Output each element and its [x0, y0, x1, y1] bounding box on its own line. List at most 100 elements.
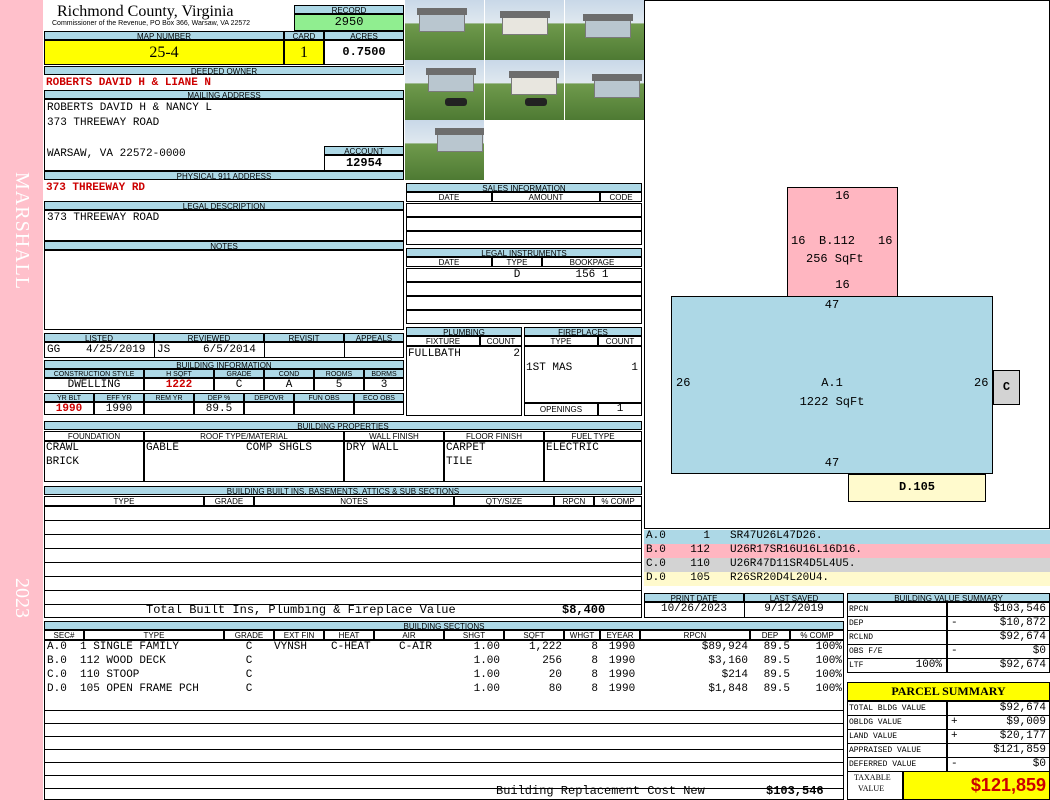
builtins-row: [44, 576, 642, 591]
account-value: 12954: [324, 155, 404, 171]
b-dim-left: 16: [791, 234, 806, 248]
bi-value-4: 5: [314, 378, 364, 391]
sections-rule: [44, 788, 844, 789]
openings-value: 1: [598, 403, 642, 416]
sections-header-2: GRADE: [224, 630, 274, 640]
mail-line-1: ROBERTS DAVID H & NANCY L: [47, 102, 213, 114]
bp-header-0: FOUNDATION: [44, 431, 144, 441]
sections-header-12: % COMP: [790, 630, 844, 640]
sections-cell: 1990: [608, 683, 636, 695]
sections-header-9: EYEAR: [600, 630, 640, 640]
sections-header-1: TYPE: [84, 630, 224, 640]
a-name: A.1: [821, 376, 843, 390]
sections-header-4: HEAT: [324, 630, 374, 640]
bi-header-1: H SQFT: [144, 369, 214, 378]
bp-value: DRY WALL: [346, 442, 399, 454]
openings-label: OPENINGS: [524, 403, 598, 416]
sections-cell: C-HEAT: [331, 641, 371, 653]
sections-cell: C: [245, 669, 253, 681]
legend-code: A.0: [646, 530, 666, 542]
property-photo[interactable]: [405, 60, 484, 120]
d-name: D.105: [898, 480, 935, 494]
b-dim-right: 16: [878, 234, 893, 248]
sidebar: [0, 0, 43, 800]
bi-header-5: BDRMS: [364, 369, 404, 378]
roof-shape: [417, 8, 467, 15]
bi-header-4: ROOMS: [314, 369, 364, 378]
sections-cell: 1.00: [473, 655, 500, 667]
bi-value-1: 1222: [144, 378, 214, 391]
house-shape: [502, 17, 548, 35]
fireplaces-title: FIREPLACES: [524, 327, 642, 336]
property-photo[interactable]: [405, 0, 484, 60]
property-photo[interactable]: [565, 60, 644, 120]
bi-header2-0: YR BLT: [44, 393, 94, 402]
property-photo[interactable]: [405, 120, 484, 180]
sections-cell: 1 SINGLE FAMILY: [80, 641, 180, 653]
building-properties-title: BUILDING PROPERTIES: [44, 421, 642, 430]
fireplace-type: 1ST MAS: [526, 362, 573, 374]
legend-path: U26R47D11SR4D5L4U5.: [730, 558, 856, 570]
sections-cell: C: [245, 683, 253, 695]
bp-header-4: FUEL TYPE: [544, 431, 642, 441]
sections-cell: 89.5: [763, 683, 790, 695]
deeded-owner: ROBERTS DAVID H & LIANE N: [46, 77, 212, 89]
bi-value2-0: 1990: [44, 402, 94, 415]
sections-rule: [44, 710, 844, 711]
notes-box: [44, 250, 404, 330]
legend-path: U26R17SR16U16L16D16.: [730, 544, 863, 556]
bi-header2-1: EFF YR: [94, 393, 144, 402]
bi-header-2: GRADE: [214, 369, 264, 378]
sections-cell: 100%: [815, 683, 842, 695]
legend-num: 1: [703, 530, 710, 542]
ps-label: OBLDG VALUE: [849, 718, 902, 727]
print-date: 10/26/2023: [660, 603, 727, 615]
sections-cell: 89.5: [763, 669, 790, 681]
bp-header-3: FLOOR FINISH: [444, 431, 544, 441]
builtins-header-1: GRADE: [204, 496, 254, 506]
a-dim-bottom: 47: [824, 456, 840, 470]
ps-value: $9,009: [1006, 716, 1046, 728]
property-photo[interactable]: [485, 60, 564, 120]
sections-cell: B.0: [47, 655, 67, 667]
sections-cell: $1,848: [708, 683, 748, 695]
property-photo[interactable]: [485, 0, 564, 60]
builtins-row: [44, 506, 642, 521]
bi-value-0: DWELLING: [44, 378, 144, 391]
vs-value: $0: [1032, 645, 1046, 657]
vs-value: $103,546: [993, 603, 1046, 615]
vs-label: RPCN: [849, 605, 869, 614]
bi-value2-2: [144, 402, 194, 415]
sales-header-1: AMOUNT: [492, 192, 600, 202]
sections-cell: 256: [542, 655, 562, 667]
sections-cell: 8: [591, 669, 598, 681]
property-photo[interactable]: [565, 0, 644, 60]
record-value: 2950: [294, 14, 404, 31]
sections-cell: 1,222: [528, 641, 562, 653]
bi-value2-1: 1990: [94, 402, 144, 415]
sales-header-2: CODE: [600, 192, 642, 202]
fireplace-header-1: COUNT: [598, 336, 642, 346]
legend-path: R26SR20D4L20U4.: [730, 572, 830, 584]
notes-label: NOTES: [44, 241, 404, 250]
bi-value2-5: [294, 402, 354, 415]
roof-shape: [426, 68, 476, 75]
fireplace-count: 1: [631, 362, 638, 374]
car-shape: [445, 98, 467, 106]
parcel-summary-title: PARCEL SUMMARY: [847, 682, 1050, 701]
vs-label: RCLND: [849, 633, 874, 642]
replacement-cost: $103,546: [766, 784, 824, 798]
li-header-1: TYPE: [492, 257, 542, 267]
builtins-header-0: TYPE: [44, 496, 204, 506]
revisit-label: REVISIT: [264, 333, 344, 342]
li-bookpage: 156 1: [575, 269, 609, 281]
roof-shape: [592, 74, 642, 81]
roof-shape: [500, 11, 550, 18]
acres-label: ACRES: [324, 31, 404, 40]
reviewed-by: JS: [157, 344, 171, 356]
sections-cell: 100%: [815, 655, 842, 667]
building-info-title: BUILDING INFORMATION: [44, 360, 404, 369]
builtins-header-5: % COMP: [594, 496, 642, 506]
sections-cell: 112 WOOD DECK: [80, 655, 166, 667]
bi-value2-3: 89.5: [194, 402, 244, 415]
